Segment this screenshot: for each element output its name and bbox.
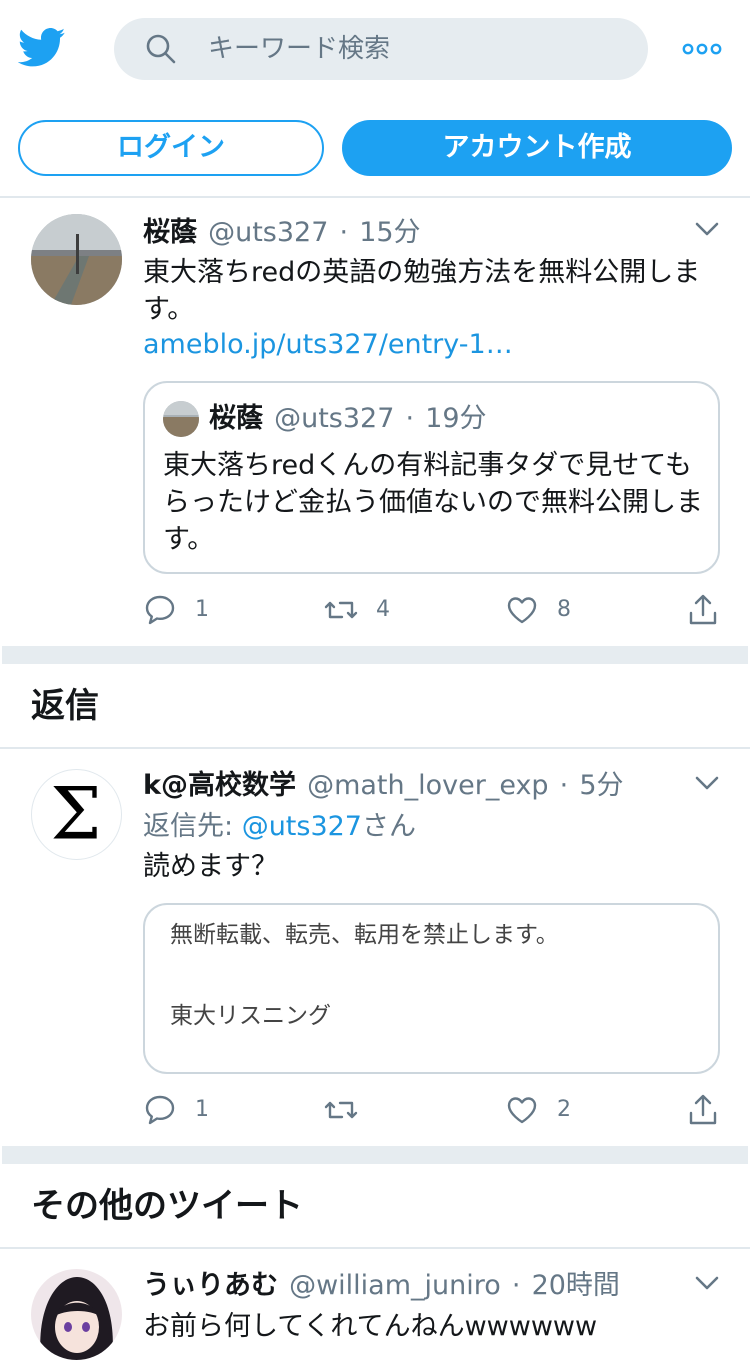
signup-button[interactable]: アカウント作成 [342,120,732,176]
chevron-down-icon[interactable] [694,775,720,791]
svg-text:Σ: Σ [50,772,101,856]
like-count: 2 [557,1097,571,1122]
separator-dot: · [339,217,349,248]
like-count: 8 [557,597,571,622]
avatar[interactable] [31,1269,122,1360]
reply-to-prefix: 返信先: [143,811,242,842]
divider [0,1247,750,1249]
tweet-text: 東大落ちredの英語の勉強方法を無料公開します。 [143,257,701,325]
tweet-link[interactable]: ameblo.jp/uts327/entry-1… [143,327,513,363]
login-button[interactable]: ログイン [18,120,324,176]
tweet-time[interactable]: 20時間 [532,1270,620,1301]
separator-dot: · [559,770,569,801]
section-gap [2,646,748,664]
search-icon [146,34,176,64]
share-icon[interactable] [686,1093,720,1127]
retweet-count: 4 [376,597,390,622]
like-icon[interactable] [505,1093,539,1127]
reply-count: 1 [195,597,209,622]
retweet-icon[interactable] [324,1093,358,1127]
card-line-2: 東大リスニング [170,1003,331,1029]
retweet-icon[interactable] [324,593,358,627]
more-tweets-heading: その他のツイート [31,1186,303,1226]
search-placeholder: キーワード検索 [208,34,391,64]
reply-to-link[interactable]: @uts327 [242,811,362,842]
avatar[interactable]: Σ [31,769,122,860]
avatar[interactable] [31,214,122,305]
chevron-down-icon[interactable] [694,1275,720,1291]
quote-author-handle: @uts327 [274,403,395,434]
author-name[interactable]: k@高校数学 [143,770,296,801]
separator-dot: · [405,403,415,434]
author-handle[interactable]: @william_juniro [289,1270,501,1301]
quote-avatar [163,401,199,437]
quote-author-name: 桜蔭 [209,403,263,434]
search-input[interactable]: キーワード検索 [114,18,648,80]
quote-time: 19分 [425,403,487,434]
divider [0,747,750,749]
card-line-1: 無断転載、転売、転用を禁止します。 [170,922,559,948]
twitter-logo-icon[interactable] [17,28,66,70]
author-handle[interactable]: @math_lover_exp [307,770,549,801]
share-icon[interactable] [686,593,720,627]
chevron-down-icon[interactable] [694,221,720,237]
separator-dot: · [511,1270,521,1301]
quoted-tweet[interactable]: 桜蔭 @uts327 · 19分 東大落ちredくんの有料記事タダで見せてもらっ… [143,381,720,574]
quote-text: 東大落ちredくんの有料記事タダで見せてもらったけど金払う価値ないので無料公開し… [163,450,703,555]
author-handle[interactable]: @uts327 [208,217,328,248]
tweet-text: お前ら何してくれてんねんwwwwww [143,1311,598,1342]
reply-to-suffix: さん [362,811,416,842]
tweet-text: 読めます？ [143,851,278,882]
reply-count: 1 [195,1097,209,1122]
divider [0,196,750,198]
tweet-time[interactable]: 15分 [359,217,420,248]
tweet-time[interactable]: 5分 [579,770,623,801]
section-gap [2,1146,748,1164]
reply-icon[interactable] [143,1093,177,1127]
replies-heading: 返信 [31,686,99,726]
more-options-icon[interactable] [682,40,722,58]
author-name[interactable]: うぃりあむ [143,1270,278,1301]
link-card[interactable]: 無断転載、転売、転用を禁止します。 東大リスニング [143,903,720,1074]
reply-icon[interactable] [143,593,177,627]
like-icon[interactable] [505,593,539,627]
author-name[interactable]: 桜蔭 [143,217,197,248]
